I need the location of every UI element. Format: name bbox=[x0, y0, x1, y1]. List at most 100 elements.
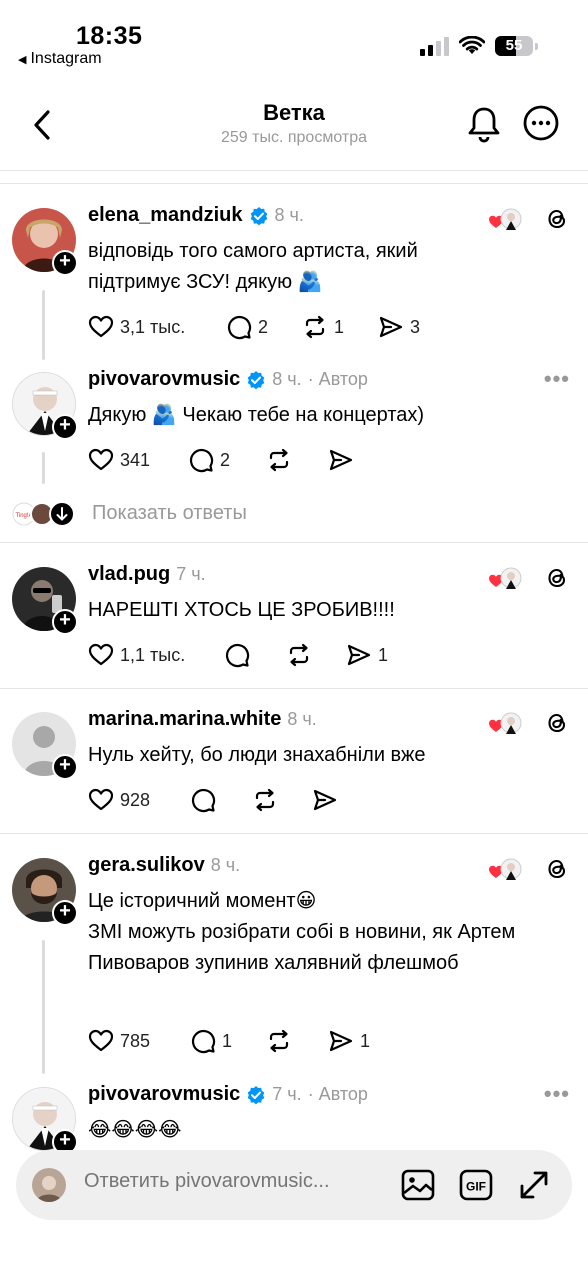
like-button[interactable]: 3,1 тыс. bbox=[88, 314, 226, 340]
comment-icon bbox=[224, 642, 250, 668]
like-count: 3,1 тыс. bbox=[120, 316, 186, 337]
heart-icon bbox=[88, 1028, 114, 1054]
status-time: 18:35 bbox=[76, 22, 143, 50]
svg-text:GIF: GIF bbox=[466, 1180, 486, 1194]
follow-plus-button[interactable]: + bbox=[52, 754, 78, 780]
thread-line bbox=[42, 452, 45, 484]
repost-button[interactable] bbox=[266, 1028, 328, 1054]
back-to-app-link[interactable]: ◀ Instagram bbox=[18, 50, 102, 68]
threads-icon[interactable] bbox=[544, 856, 570, 882]
share-icon bbox=[346, 642, 372, 668]
comment-text: Це історичний момент😀 ЗМІ можуть розібра… bbox=[88, 886, 528, 979]
author-mini-avatar bbox=[500, 712, 522, 734]
username[interactable]: pivovarovmusic bbox=[88, 1083, 240, 1106]
comment-button[interactable] bbox=[190, 787, 252, 813]
bell-icon[interactable] bbox=[466, 104, 502, 144]
timestamp: 7 ч. bbox=[272, 1084, 302, 1104]
back-app-label: Instagram bbox=[30, 50, 102, 67]
threads-icon[interactable] bbox=[544, 206, 570, 232]
liked-by-author-indicator bbox=[488, 567, 522, 589]
expand-icon[interactable] bbox=[516, 1167, 552, 1203]
repost-icon bbox=[266, 1028, 292, 1054]
share-button[interactable] bbox=[328, 447, 354, 473]
divider bbox=[0, 833, 588, 834]
username[interactable]: marina.marina.white bbox=[88, 708, 281, 731]
repost-icon bbox=[302, 314, 328, 340]
like-button[interactable]: 928 bbox=[88, 787, 190, 813]
show-replies-row[interactable]: Ting!A Показать ответы bbox=[0, 492, 588, 536]
share-button[interactable]: 3 bbox=[378, 314, 420, 340]
my-avatar bbox=[32, 1168, 66, 1202]
comment-count: 2 bbox=[220, 449, 231, 470]
repost-icon bbox=[266, 447, 292, 473]
username[interactable]: gera.sulikov bbox=[88, 854, 205, 877]
follow-plus-button[interactable]: + bbox=[52, 900, 78, 926]
more-options-icon[interactable] bbox=[522, 104, 560, 142]
gif-icon[interactable]: GIF bbox=[458, 1167, 494, 1203]
timestamp: 8 ч. bbox=[272, 369, 302, 389]
repost-button[interactable] bbox=[286, 642, 346, 668]
username[interactable]: elena_mandziuk bbox=[88, 204, 243, 227]
username[interactable]: pivovarovmusic bbox=[88, 368, 240, 391]
share-icon bbox=[312, 787, 338, 813]
svg-text:Ting!A: Ting!A bbox=[15, 513, 32, 519]
comment-text-line: Це історичний момент😀 bbox=[88, 890, 317, 912]
verified-badge-icon bbox=[246, 1085, 266, 1105]
divider bbox=[0, 170, 588, 171]
repost-icon bbox=[286, 642, 312, 668]
threads-icon[interactable] bbox=[544, 565, 570, 591]
show-replies-label: Показать ответы bbox=[92, 502, 247, 524]
verified-badge-icon bbox=[249, 206, 269, 226]
follow-plus-button[interactable]: + bbox=[52, 414, 78, 440]
share-button[interactable]: 1 bbox=[328, 1028, 370, 1054]
more-dots-icon[interactable]: ••• bbox=[544, 1081, 570, 1107]
reply-input[interactable] bbox=[84, 1170, 384, 1193]
divider bbox=[0, 688, 588, 689]
comment-text: НАРЕШТІ ХТОСЬ ЦЕ ЗРОБИВ!!!! bbox=[88, 599, 395, 621]
divider bbox=[0, 183, 588, 184]
like-count: 928 bbox=[120, 789, 151, 810]
like-button[interactable]: 341 bbox=[88, 447, 188, 473]
comment-text: 😂😂😂😂 bbox=[88, 1119, 182, 1141]
battery-level: 55 bbox=[505, 37, 523, 54]
comment-icon bbox=[226, 314, 252, 340]
repost-button[interactable] bbox=[266, 447, 328, 473]
timestamp: 7 ч. bbox=[176, 564, 206, 584]
comment-button[interactable] bbox=[224, 642, 286, 668]
battery-icon: 55 bbox=[495, 36, 533, 56]
repost-button[interactable]: 1 bbox=[302, 314, 378, 340]
comment-button[interactable]: 2 bbox=[226, 314, 302, 340]
heart-icon bbox=[88, 447, 114, 473]
thread-line bbox=[42, 290, 45, 360]
like-count: 1,1 тыс. bbox=[120, 644, 186, 665]
comment-button[interactable]: 1 bbox=[190, 1028, 266, 1054]
comment-button[interactable]: 2 bbox=[188, 447, 266, 473]
repost-icon bbox=[252, 787, 278, 813]
more-dots-icon[interactable]: ••• bbox=[544, 366, 570, 392]
share-count: 3 bbox=[410, 316, 421, 337]
like-button[interactable]: 785 bbox=[88, 1028, 190, 1054]
threads-icon[interactable] bbox=[544, 710, 570, 736]
like-count: 785 bbox=[120, 1030, 151, 1051]
share-button[interactable]: 1 bbox=[346, 642, 388, 668]
comment-text-line: ЗМІ можуть розібрати собі в новини, як А… bbox=[88, 921, 516, 974]
like-button[interactable]: 1,1 тыс. bbox=[88, 642, 224, 668]
comment-count: 2 bbox=[258, 316, 269, 337]
verified-badge-icon bbox=[246, 370, 266, 390]
thread-line bbox=[42, 940, 45, 1074]
follow-plus-button[interactable]: + bbox=[52, 609, 78, 635]
share-count: 1 bbox=[360, 1030, 371, 1051]
image-picker-icon[interactable] bbox=[400, 1167, 436, 1203]
follow-plus-button[interactable]: + bbox=[52, 250, 78, 276]
heart-icon bbox=[88, 314, 114, 340]
divider bbox=[0, 542, 588, 543]
wifi-icon bbox=[459, 36, 485, 54]
repost-button[interactable] bbox=[252, 787, 312, 813]
share-button[interactable] bbox=[312, 787, 338, 813]
liked-by-author-indicator bbox=[488, 208, 522, 230]
username[interactable]: vlad.pug bbox=[88, 563, 170, 586]
author-label: · Автор bbox=[307, 369, 368, 389]
liked-by-author-indicator bbox=[488, 712, 522, 734]
author-mini-avatar bbox=[500, 567, 522, 589]
heart-icon bbox=[88, 787, 114, 813]
